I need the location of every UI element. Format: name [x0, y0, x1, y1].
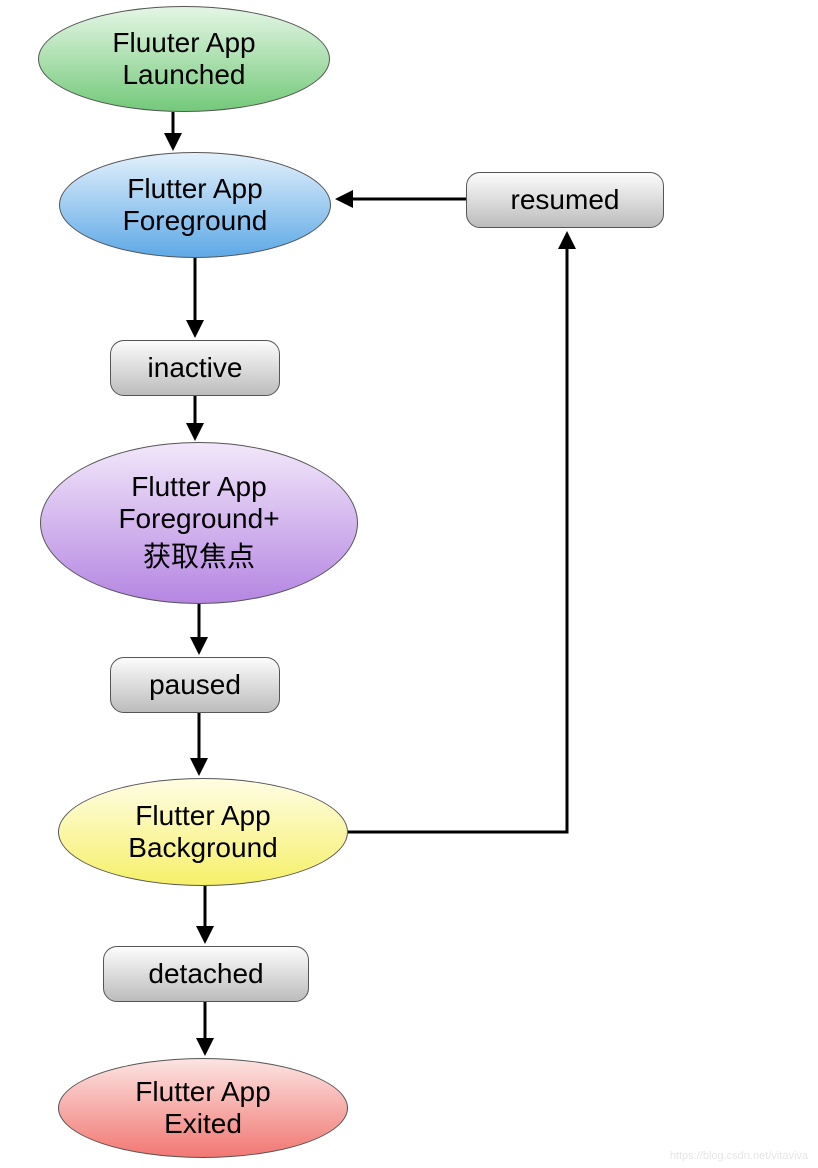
node-inactive-label: inactive [148, 352, 243, 384]
node-exited-line2: Exited [164, 1108, 242, 1139]
node-foreground-line2: Foreground [123, 205, 268, 236]
node-foreground-focus: Flutter App Foreground+ 获取焦点 [40, 442, 358, 604]
node-foreground-line1: Flutter App [127, 173, 262, 204]
node-foreground: Flutter App Foreground [59, 152, 331, 258]
node-launched-line2: Launched [122, 59, 245, 90]
node-background: Flutter App Background [58, 778, 348, 886]
node-inactive: inactive [110, 340, 280, 396]
node-foreground-focus-line2: Foreground+ [118, 503, 279, 534]
node-foreground-focus-line1: Flutter App [131, 471, 266, 502]
node-detached-label: detached [148, 958, 263, 990]
node-background-line1: Flutter App [135, 800, 270, 831]
node-paused: paused [110, 657, 280, 713]
node-resumed-label: resumed [511, 184, 620, 216]
watermark: https://blog.csdn.net/vitaviva [670, 1150, 808, 1162]
node-exited: Flutter App Exited [58, 1058, 348, 1158]
node-foreground-focus-line3: 获取焦点 [143, 541, 255, 572]
arrow-background-resumed [348, 234, 567, 832]
node-exited-line1: Flutter App [135, 1076, 270, 1107]
node-launched-line1: Fluuter App [112, 27, 255, 58]
node-resumed: resumed [466, 172, 664, 228]
node-launched: Fluuter App Launched [38, 6, 330, 112]
node-detached: detached [103, 946, 309, 1002]
node-paused-label: paused [149, 669, 241, 701]
node-background-line2: Background [128, 832, 277, 863]
